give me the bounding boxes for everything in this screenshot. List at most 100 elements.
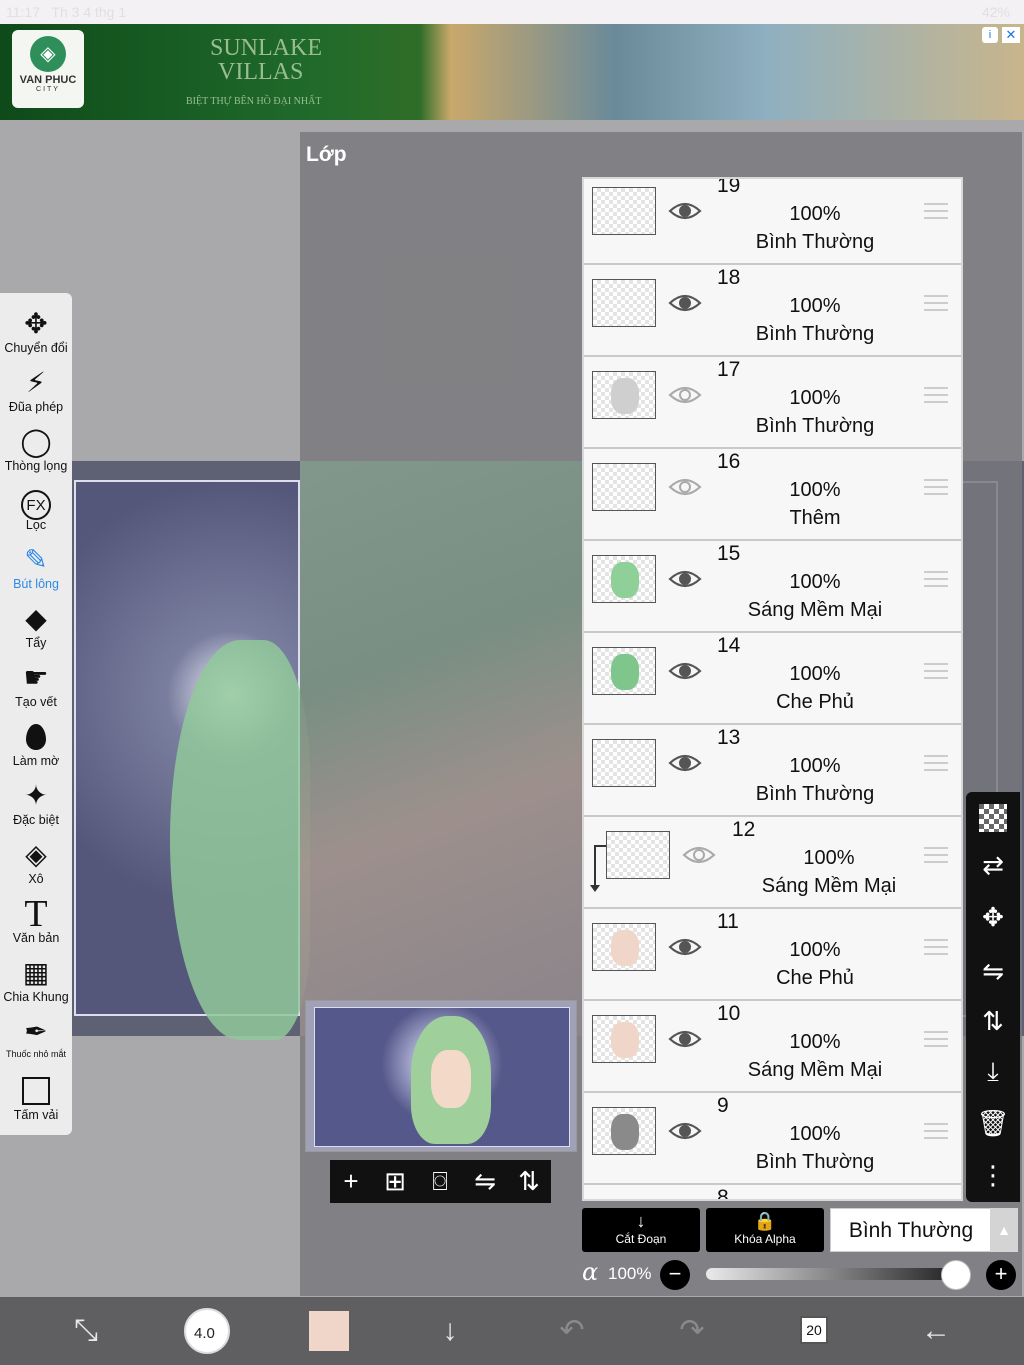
layer-row[interactable]: 100% Sáng Mềm Mại 12 bbox=[584, 817, 961, 909]
layer-row[interactable]: 100% Bình Thường 9 bbox=[584, 1093, 961, 1185]
tool-filter[interactable]: FX Lọc bbox=[0, 480, 72, 538]
tool-bucket[interactable]: ◈ Xô bbox=[0, 834, 72, 892]
tool-label: Tẩy bbox=[25, 636, 47, 650]
tool-smudge[interactable]: ☛ Tạo vết bbox=[0, 657, 72, 715]
layer-row[interactable]: 100% Sáng Mềm Mại 15 bbox=[584, 541, 961, 633]
tool-brush[interactable]: ✎ Bút lông bbox=[0, 539, 72, 597]
opacity-slider-knob[interactable] bbox=[941, 1260, 971, 1290]
layer-row[interactable]: 100% Bình Thường 17 bbox=[584, 357, 961, 449]
tool-text[interactable]: T Văn bản bbox=[0, 893, 72, 951]
layer-blend-mode: Sáng Mềm Mại bbox=[761, 875, 897, 897]
ad-headline-line2: VILLAS bbox=[218, 59, 304, 85]
tool-magic-wand[interactable]: ⚡ Đũa phép bbox=[0, 362, 72, 420]
brush-size-button[interactable]: 4.0 bbox=[184, 1308, 230, 1354]
drag-handle-icon[interactable] bbox=[924, 939, 948, 955]
layer-number: 18 bbox=[717, 266, 741, 289]
drag-handle-icon[interactable] bbox=[924, 387, 948, 403]
transform-selection-icon[interactable]: ⤡ bbox=[64, 1309, 108, 1353]
layer-blend-mode: Che Phủ bbox=[776, 691, 854, 713]
cut-button[interactable]: ↓ Cắt Đoạn bbox=[582, 1208, 700, 1252]
layer-thumbnail bbox=[592, 923, 656, 971]
add-layer-icon[interactable]: + bbox=[336, 1166, 366, 1196]
move-layer-icon[interactable]: ⇄ bbox=[976, 848, 1010, 882]
back-arrow-icon[interactable]: ← bbox=[914, 1309, 958, 1353]
undo-icon[interactable]: ↶ bbox=[550, 1309, 594, 1353]
ad-close-icon[interactable]: ✕ bbox=[1002, 27, 1020, 43]
drag-handle-icon[interactable] bbox=[924, 1031, 948, 1047]
smudge-icon: ☛ bbox=[23, 662, 49, 693]
tool-special[interactable]: ✦ Đặc biệt bbox=[0, 775, 72, 833]
layers-button[interactable]: 20 bbox=[800, 1316, 828, 1344]
tool-label: Tạo vết bbox=[15, 695, 57, 709]
flip-vertical-icon[interactable]: ⇅ bbox=[514, 1166, 544, 1196]
opacity-increase-button[interactable]: + bbox=[986, 1260, 1016, 1290]
layer-number: 13 bbox=[717, 726, 741, 749]
layer-thumbnail-content bbox=[611, 562, 639, 598]
tool-eyedropper[interactable]: ✒ Thuốc nhỏ mắt bbox=[0, 1011, 72, 1069]
layer-thumbnail-content bbox=[611, 378, 639, 414]
layer-row[interactable]: 8 bbox=[584, 1185, 961, 1199]
chevron-up-icon[interactable]: ▲ bbox=[990, 1208, 1018, 1252]
layer-row[interactable]: 100% Sáng Mềm Mại 10 bbox=[584, 1001, 961, 1093]
layer-toolbar: ⇄ ✥ ⇋ ⇅ ⤓ 🗑 ⋮ bbox=[966, 792, 1020, 1202]
tool-lasso[interactable]: ◯ Thòng lọng bbox=[0, 421, 72, 479]
add-layer-box-icon[interactable]: ⊞ bbox=[380, 1166, 410, 1196]
drag-handle-icon[interactable] bbox=[924, 479, 948, 495]
download-arrow-icon[interactable]: ↓ bbox=[428, 1309, 472, 1353]
tool-blur[interactable]: Làm mờ bbox=[0, 716, 72, 774]
tool-frame-divider[interactable]: ▦ Chia Khung bbox=[0, 952, 72, 1010]
tool-canvas[interactable]: Tấm vải bbox=[0, 1070, 72, 1128]
opacity-decrease-button[interactable]: − bbox=[660, 1260, 690, 1290]
move-icon[interactable]: ✥ bbox=[976, 900, 1010, 934]
layer-thumbnail-content bbox=[611, 654, 639, 690]
layer-row[interactable]: 100% Bình Thường 19 bbox=[584, 179, 961, 265]
more-icon[interactable]: ⋮ bbox=[976, 1158, 1010, 1192]
layer-blend-mode: Che Phủ bbox=[776, 967, 854, 989]
magic-wand-icon: ⚡ bbox=[26, 367, 46, 398]
tool-transform[interactable]: ✥ Chuyển đổi bbox=[0, 303, 72, 361]
drag-handle-icon[interactable] bbox=[924, 663, 948, 679]
layer-opacity: 100% bbox=[789, 663, 841, 685]
drag-handle-icon[interactable] bbox=[924, 571, 948, 587]
camera-icon[interactable]: ⌼ bbox=[425, 1166, 455, 1196]
layer-row[interactable]: 100% Bình Thường 18 bbox=[584, 265, 961, 357]
layer-row[interactable]: 100% Thêm 16 bbox=[584, 449, 961, 541]
layer-thumbnail bbox=[592, 739, 656, 787]
layer-row[interactable]: 100% Bình Thường 13 bbox=[584, 725, 961, 817]
drag-handle-icon[interactable] bbox=[924, 203, 948, 219]
layer-opacity: 100% bbox=[789, 1123, 841, 1145]
drag-handle-icon[interactable] bbox=[924, 847, 948, 863]
merge-down-icon[interactable]: ⤓ bbox=[976, 1054, 1010, 1088]
tool-label: Tấm vải bbox=[13, 1108, 59, 1122]
canvas-preview[interactable] bbox=[305, 1000, 577, 1152]
ad-info-icon[interactable]: i bbox=[982, 27, 998, 43]
layer-row[interactable]: 100% Che Phủ 14 bbox=[584, 633, 961, 725]
tool-label: Xô bbox=[28, 872, 44, 886]
layer-opacity: 100% bbox=[803, 847, 855, 869]
tool-label: Đặc biệt bbox=[13, 813, 59, 827]
drag-handle-icon[interactable] bbox=[924, 755, 948, 771]
preview-toolbar: + ⊞ ⌼ ⇋ ⇅ bbox=[330, 1160, 551, 1203]
ad-headline: SUNLAKE VILLAS bbox=[210, 36, 322, 84]
flip-horizontal-icon[interactable]: ⇋ bbox=[470, 1166, 500, 1196]
checker-icon[interactable] bbox=[979, 804, 1007, 832]
tool-label: Chia Khung bbox=[3, 990, 69, 1004]
opacity-slider[interactable] bbox=[706, 1268, 956, 1280]
layer-opacity: 100% bbox=[789, 295, 841, 317]
flip-horizontal-icon[interactable]: ⇋ bbox=[976, 954, 1010, 988]
tool-eraser[interactable]: ◆ Tẩy bbox=[0, 598, 72, 656]
layer-opacity: 100% bbox=[789, 1031, 841, 1053]
layer-thumbnail-content bbox=[611, 1114, 639, 1150]
layer-list[interactable]: 100% Bình Thường 19 100% Bình Thường 18 100% Bì… bbox=[582, 177, 963, 1201]
redo-icon[interactable]: ↷ bbox=[670, 1309, 714, 1353]
trash-icon[interactable]: 🗑 bbox=[976, 1106, 1010, 1140]
blend-mode-select[interactable]: Bình Thường bbox=[830, 1208, 992, 1252]
flip-vertical-icon[interactable]: ⇅ bbox=[976, 1004, 1010, 1038]
drag-handle-icon[interactable] bbox=[924, 295, 948, 311]
canvas-icon bbox=[0, 1074, 72, 1108]
alpha-lock-button[interactable]: 🔒 Khóa Alpha bbox=[706, 1208, 824, 1252]
color-swatch[interactable] bbox=[309, 1311, 349, 1351]
ad-banner[interactable]: ◈ VAN PHUC CITY SUNLAKE VILLAS BIỆT THỰ … bbox=[0, 24, 1024, 120]
layer-row[interactable]: 100% Che Phủ 11 bbox=[584, 909, 961, 1001]
drag-handle-icon[interactable] bbox=[924, 1123, 948, 1139]
